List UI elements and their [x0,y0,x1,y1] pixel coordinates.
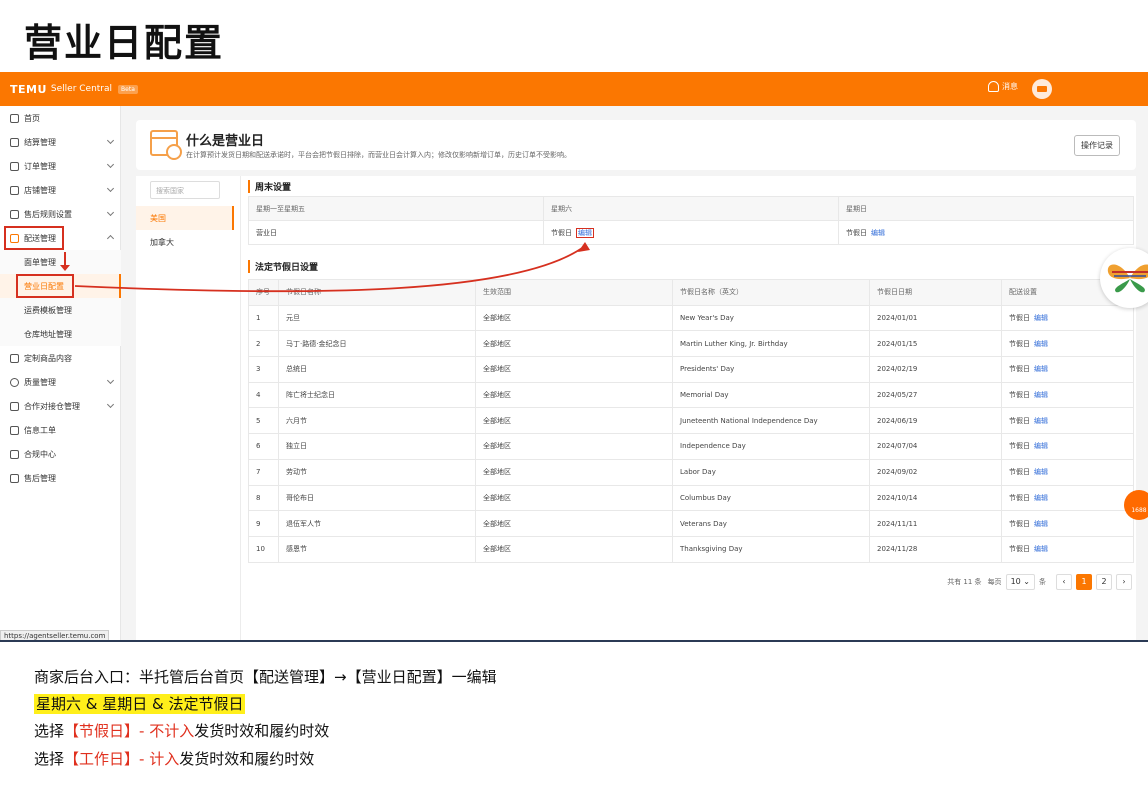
caption-text: 发货时效和履约时效 [179,750,315,768]
screenshot-frame: TEMU Seller Central Beta 消息 首页 结算管理 订单管理… [0,72,1148,642]
caption-red-text: 【工作日】- 计入 [64,750,180,768]
caption-line-4: 选择【工作日】- 计入发货时效和履约时效 [34,748,314,769]
page-title: 营业日配置 [24,21,225,65]
caption-highlight: 星期六 & 星期日 & 法定节假日 [34,694,246,714]
caption-line-1: 商家后台入口：半托管后台首页【配送管理】→【营业日配置】一编辑 [34,668,497,686]
caption-red-text: 【节假日】- 不计入 [64,722,195,740]
caption-text: 发货时效和履约时效 [194,722,330,740]
caption-text: 选择 [34,722,65,740]
caption-text: 选择 [34,750,65,768]
caption-line-3: 选择【节假日】- 不计入发货时效和履约时效 [34,720,329,741]
annotation-connector-arrow [74,242,590,293]
caption-line-2: 星期六 & 星期日 & 法定节假日 [34,693,246,714]
